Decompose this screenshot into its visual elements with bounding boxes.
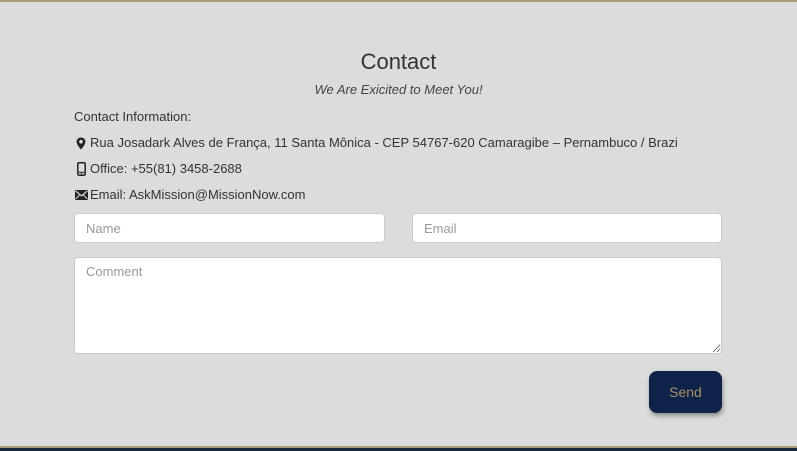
contact-phone-text: Office: +55(81) 3458-2688 xyxy=(90,161,242,176)
contact-info-heading: Contact Information: xyxy=(74,109,192,124)
contact-address: Rua Josadark Alves de França, 11 Santa M… xyxy=(74,135,678,151)
contact-email-text: Email: AskMission@MissionNow.com xyxy=(90,187,306,202)
comment-textarea[interactable] xyxy=(74,257,722,354)
envelope-icon xyxy=(74,188,88,202)
contact-email: Email: AskMission@MissionNow.com xyxy=(74,187,305,203)
email-input[interactable] xyxy=(412,213,722,243)
page-subtitle: We Are Exicited to Meet You! xyxy=(314,82,483,97)
send-button[interactable]: Send xyxy=(649,371,722,413)
top-border xyxy=(0,0,797,2)
footer-strip xyxy=(0,446,797,451)
name-input[interactable] xyxy=(74,213,385,243)
contact-phone: Office: +55(81) 3458-2688 xyxy=(74,161,242,177)
page-title: Contact xyxy=(360,49,437,74)
contact-address-text: Rua Josadark Alves de França, 11 Santa M… xyxy=(90,135,678,150)
mobile-phone-icon xyxy=(74,162,88,176)
map-marker-icon xyxy=(74,136,88,150)
